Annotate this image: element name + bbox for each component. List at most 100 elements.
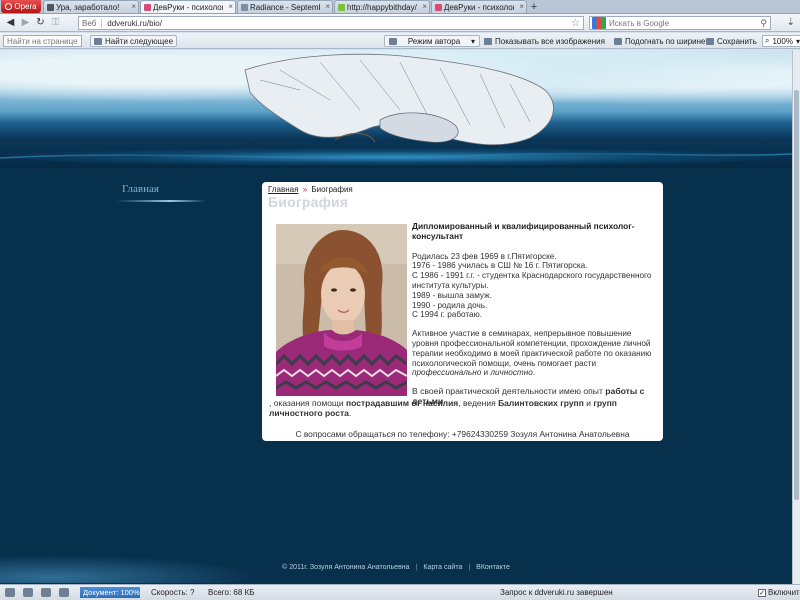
sync-icon[interactable]: [23, 588, 33, 597]
find-next-label: Найти следующее: [105, 36, 174, 46]
search-icon[interactable]: ⚲: [760, 18, 767, 29]
profile-photo: [276, 224, 407, 396]
zoom-value: 100%: [772, 36, 793, 46]
tab-4[interactable]: http://happybithday/ ×: [334, 0, 430, 13]
activity-text: Активное участие в семинарах, непрерывно…: [412, 329, 652, 368]
nav-divider: [116, 200, 206, 202]
header-banner: [0, 50, 792, 168]
search-placeholder[interactable]: Искать в Google: [609, 19, 669, 28]
unite-icon[interactable]: [59, 588, 69, 597]
cloud-icon[interactable]: [5, 588, 15, 597]
portrait-image: [276, 224, 407, 396]
page-title: Биография: [268, 194, 349, 210]
find-on-page-input[interactable]: Найти на странице: [3, 35, 82, 47]
breadcrumb-current: Биография: [311, 185, 353, 194]
tab-favicon-icon: [435, 3, 442, 11]
save-icon: [706, 37, 714, 45]
google-icon: [592, 17, 606, 29]
reload-icon[interactable]: ↻: [33, 15, 48, 30]
new-tab-button[interactable]: +: [528, 1, 540, 13]
forward-icon[interactable]: ▶: [18, 15, 33, 30]
footer-separator: |: [415, 564, 418, 571]
fit-width-button[interactable]: Подогнать по ширине: [614, 35, 705, 47]
bio-line: 1976 - 1986 училась в СШ № 16 г. Пятигор…: [412, 261, 588, 271]
search-box[interactable]: Искать в Google ⚲: [589, 16, 771, 30]
find-toolbar: Найти на странице Найти следующее Режим …: [0, 33, 800, 49]
footer-link-vk[interactable]: ВКонтакте: [476, 564, 510, 571]
tab-label: Radiance - September ...: [250, 2, 320, 12]
practice-text: .: [348, 408, 352, 418]
tab-close-icon[interactable]: ×: [228, 2, 233, 11]
chevron-down-icon: ▾: [470, 36, 475, 46]
author-mode-icon: [389, 37, 397, 45]
bio-line: С 1986 - 1991 г.г. - студентка Краснодар…: [412, 271, 652, 290]
author-mode-select[interactable]: Режим автора ▾: [384, 35, 480, 47]
status-icons: [5, 588, 69, 597]
footer-link-sitemap[interactable]: Карта сайта: [423, 564, 462, 571]
tab-close-icon[interactable]: ×: [519, 2, 524, 11]
back-icon[interactable]: ◀: [3, 15, 18, 30]
tab-label: ДевРуки - психолог-к...: [153, 2, 223, 12]
opera-menu-label: Opera: [14, 2, 37, 11]
tab-1[interactable]: Ура, заработало! ×: [43, 0, 139, 13]
tab-close-icon[interactable]: ×: [422, 2, 427, 11]
bio-text: Дипломированный и квалифицированный псих…: [412, 221, 655, 406]
zoom-select[interactable]: ⌕ 100% ▾: [762, 35, 800, 47]
status-speed: Скорость: ?: [151, 588, 195, 597]
bio-heading: Дипломированный и квалифицированный псих…: [412, 221, 635, 241]
tab-bar: Opera Ура, заработало! × ДевРуки - психо…: [0, 0, 800, 14]
footer-separator: |: [468, 564, 471, 571]
breadcrumb-home-link[interactable]: Главная: [268, 185, 298, 194]
tab-favicon-icon: [241, 3, 248, 11]
save-label: Сохранить: [717, 36, 757, 46]
panel-toggle-icon[interactable]: ⇣: [787, 17, 795, 28]
practice-highlight-balint: Балинтовских групп: [498, 398, 584, 408]
status-message: Запрос к ddveruki.ru завершен: [500, 588, 613, 597]
status-bar: Документ: 100% Скорость: ? Всего: 68 КБ …: [0, 584, 800, 600]
images-icon: [484, 37, 492, 45]
breadcrumb: Главная » Биография: [268, 185, 353, 194]
footer-copyright: © 2011г. Зозуля Антонина Анатольевна: [282, 564, 410, 571]
document-progress: Документ: 100%: [80, 587, 140, 598]
bookmark-star-icon[interactable]: ☆: [571, 17, 580, 30]
practice-text: , оказания помощи: [269, 398, 347, 408]
save-button[interactable]: Сохранить: [706, 35, 757, 47]
checkbox-check-icon[interactable]: ✓: [758, 588, 766, 597]
find-next-button[interactable]: Найти следующее: [90, 35, 178, 47]
banner-wave-glow: [0, 148, 792, 166]
show-images-label: Показывать все изображения: [495, 36, 605, 46]
find-next-icon: [94, 37, 102, 45]
address-scope: Веб: [82, 18, 103, 28]
scrollbar-thumb[interactable]: [794, 90, 799, 500]
site-footer: © 2011г. Зозуля Антонина Анатольевна | К…: [0, 564, 792, 571]
chevron-down-icon: ▾: [795, 36, 800, 46]
address-url[interactable]: ddveruki.ru/bio/: [107, 19, 162, 28]
author-mode-label: Режим автора: [407, 36, 461, 46]
tab-label: ДевРуки - психолог-к...: [444, 2, 514, 12]
nav-link-home[interactable]: Главная: [116, 183, 206, 195]
tab-2-active[interactable]: ДевРуки - психолог-к... ×: [140, 0, 236, 13]
status-total: Всего: 68 КБ: [208, 588, 255, 597]
show-images-button[interactable]: Показывать все изображения: [484, 35, 605, 47]
bio-line: 1989 - вышла замуж.: [412, 290, 492, 300]
tab-5[interactable]: ДевРуки - психолог-к... ×: [431, 0, 527, 13]
vertical-scrollbar[interactable]: [792, 50, 800, 584]
breadcrumb-separator: »: [302, 185, 308, 194]
key-icon[interactable]: ⚿: [48, 15, 63, 30]
bio-line: С 1994 г. работаю.: [412, 310, 483, 320]
page-viewport: Главная Главная » Биография Биография Ди…: [0, 50, 792, 584]
tab-close-icon[interactable]: ×: [131, 2, 136, 11]
opera-menu-button[interactable]: Opera: [1, 0, 41, 13]
turbo-icon[interactable]: [41, 588, 51, 597]
practice-paragraph-end: , оказания помощи пострадавшим от насили…: [269, 398, 653, 418]
tab-label: Ура, заработало!: [56, 2, 120, 12]
tab-close-icon[interactable]: ×: [325, 2, 330, 11]
tab-label: http://happybithday/: [347, 2, 417, 12]
practice-highlight-violence: пострадавшим от насилия: [346, 398, 459, 408]
practice-text: и: [583, 398, 594, 408]
address-bar[interactable]: Веб ddveruki.ru/bio/ ☆: [78, 16, 584, 30]
tab-3[interactable]: Radiance - September ... ×: [237, 0, 333, 13]
enable-toggle[interactable]: ✓ Включить: [758, 588, 800, 597]
opera-logo-icon: [5, 3, 13, 10]
find-placeholder: Найти на странице: [7, 36, 78, 46]
